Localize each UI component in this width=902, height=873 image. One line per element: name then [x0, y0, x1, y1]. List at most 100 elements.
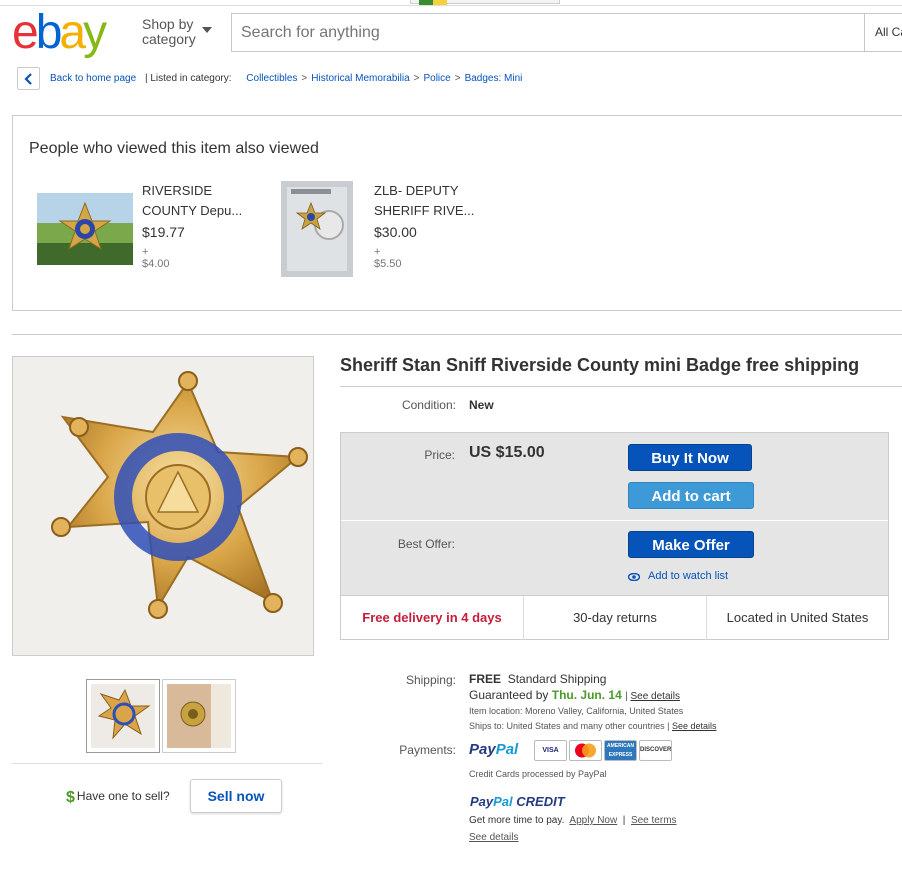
item-title-line: RIVERSIDE	[142, 183, 213, 198]
also-viewed-heading: People who viewed this item also viewed	[29, 140, 319, 157]
item-title-line: SHERIFF RIVE...	[374, 203, 475, 218]
watch-list-label: Add to watch list	[648, 570, 729, 582]
search-bar: All Ca	[231, 13, 902, 52]
back-to-home-link[interactable]: Back to home page	[50, 73, 136, 84]
breadcrumb-item-collectibles[interactable]: Collectibles	[246, 73, 297, 84]
shop-by-category-button[interactable]: Shop by category	[142, 16, 212, 47]
ebay-logo[interactable]: ebay	[12, 6, 107, 59]
shipping-see-details-link[interactable]: See details	[630, 691, 679, 702]
listed-in-label: | Listed in category:	[144, 73, 232, 84]
location-text: Located in United States	[726, 610, 869, 625]
shipping-free: FREE	[469, 672, 502, 686]
amex-icon: AMERICAN EXPRESS	[604, 740, 637, 761]
paypal-see-details: See details	[469, 832, 518, 843]
top-promo-strip	[0, 0, 902, 6]
item-title-line: COUNTY Depu...	[142, 203, 243, 218]
chevron-left-icon	[24, 73, 32, 85]
category-label: category	[142, 31, 196, 47]
logo-letter: y	[83, 6, 107, 59]
mastercard-icon	[569, 740, 602, 761]
add-to-watch-list-link[interactable]: Add to watch list	[627, 570, 729, 582]
make-offer-button[interactable]: Make Offer	[628, 531, 754, 558]
guaranteed-prefix: Guaranteed by	[469, 688, 549, 702]
item-title-line: ZLB- DEPUTY	[374, 183, 459, 198]
logo-letter: e	[12, 6, 39, 59]
returns-text: 30-day returns	[573, 610, 657, 625]
buy-it-now-button[interactable]: Buy It Now	[628, 444, 752, 471]
breadcrumb-separator: >	[301, 73, 308, 84]
shipping-label: Shipping:	[405, 673, 456, 687]
thumbnail-2[interactable]	[162, 679, 236, 753]
sell-prompt: $ Have one to sell?	[66, 789, 170, 807]
discover-icon: DISCOVER	[639, 740, 672, 761]
paypal-logo: PayPal	[469, 741, 518, 758]
breadcrumb-item-badges-mini[interactable]: Badges: Mini	[465, 73, 523, 84]
logo-letter: b	[35, 6, 63, 59]
paypal-credit-logo: PayPal CREDIT	[470, 794, 565, 809]
logo-letter: a	[59, 6, 86, 59]
shop-by-label: Shop by	[142, 16, 194, 32]
price-value: US $15.00	[469, 444, 545, 461]
breadcrumb-item-historical-memorabilia[interactable]: Historical Memorabilia	[311, 73, 409, 84]
card-thumbnail	[167, 684, 231, 748]
divider	[340, 386, 902, 387]
breadcrumb-separator: >	[454, 73, 461, 84]
more-time-text: Get more time to pay.	[469, 815, 565, 826]
chevron-down-icon	[202, 27, 212, 33]
apply-now-link[interactable]: Apply Now	[569, 815, 617, 826]
price-label: Price:	[424, 448, 455, 462]
add-to-cart-button[interactable]: Add to cart	[628, 482, 754, 509]
thumbnail-1[interactable]	[86, 679, 160, 753]
category-select[interactable]: All Ca	[864, 14, 902, 51]
breadcrumb-item-police[interactable]: Police	[423, 73, 450, 84]
item-thumbnail	[281, 181, 353, 277]
guaranteed-line: Guaranteed by Thu. Jun. 14 | See details	[469, 688, 680, 702]
breadcrumb: Back to home page | Listed in category: …	[50, 73, 522, 84]
guaranteed-date: Thu. Jun. 14	[551, 688, 622, 702]
condition-value: New	[469, 398, 494, 412]
badge-thumbnail	[91, 684, 155, 748]
visa-icon: VISA	[534, 740, 567, 761]
divider	[12, 763, 322, 764]
sell-now-button[interactable]: Sell now	[190, 779, 282, 813]
payments-label: Payments:	[399, 743, 456, 757]
shipping-method-text: Standard Shipping	[507, 672, 607, 686]
paypal-pay: Pay	[469, 741, 496, 758]
delivery-info-bar: Free delivery in 4 days 30-day returns L…	[341, 595, 888, 640]
sell-prompt-text: Have one to sell?	[76, 789, 170, 803]
best-offer-label: Best Offer:	[397, 537, 455, 551]
ships-to-line: Ships to: United States and many other c…	[469, 721, 717, 731]
item-shipping: + $5.50	[374, 246, 402, 270]
paypal-credit-label: CREDIT	[516, 794, 565, 809]
item-title: Sheriff Stan Sniff Riverside County mini…	[340, 355, 860, 375]
paypal-pal: Pal	[495, 741, 519, 758]
eye-icon	[627, 572, 641, 582]
ships-to-see-details-link[interactable]: See details	[672, 721, 717, 731]
item-location: Item location: Moreno Valley, California…	[469, 706, 684, 716]
mastercard-circles	[575, 743, 596, 758]
condition-label: Condition:	[401, 398, 456, 412]
back-button[interactable]	[17, 67, 40, 90]
ships-to-text: Ships to: United States and many other c…	[469, 721, 670, 731]
paypal-credit-line: Get more time to pay. Apply Now | See te…	[469, 815, 677, 826]
paypal-see-details-link[interactable]: See details	[469, 832, 518, 843]
item-price: $30.00	[374, 224, 417, 240]
item-price: $19.77	[142, 224, 185, 240]
shipping-method: FREE Standard Shipping	[469, 672, 606, 686]
search-input[interactable]	[232, 14, 852, 51]
promo-icon	[419, 0, 433, 5]
purchase-panel: Price: US $15.00 Buy It Now Add to cart …	[340, 432, 889, 640]
item-shipping: + $4.00	[142, 246, 170, 270]
free-delivery-text: Free delivery in 4 days	[362, 610, 502, 625]
see-terms-link[interactable]: See terms	[631, 815, 677, 826]
paypal-pal: Pal	[493, 794, 513, 809]
dollar-icon: $	[66, 789, 75, 806]
badge-photo	[13, 357, 313, 655]
item-thumbnail	[37, 193, 133, 265]
promo-icon-2	[433, 0, 447, 5]
promo-banner[interactable]	[410, 0, 560, 5]
divider	[341, 520, 888, 521]
divider	[12, 334, 902, 335]
breadcrumb-separator: >	[413, 73, 420, 84]
main-product-image[interactable]	[12, 356, 314, 656]
